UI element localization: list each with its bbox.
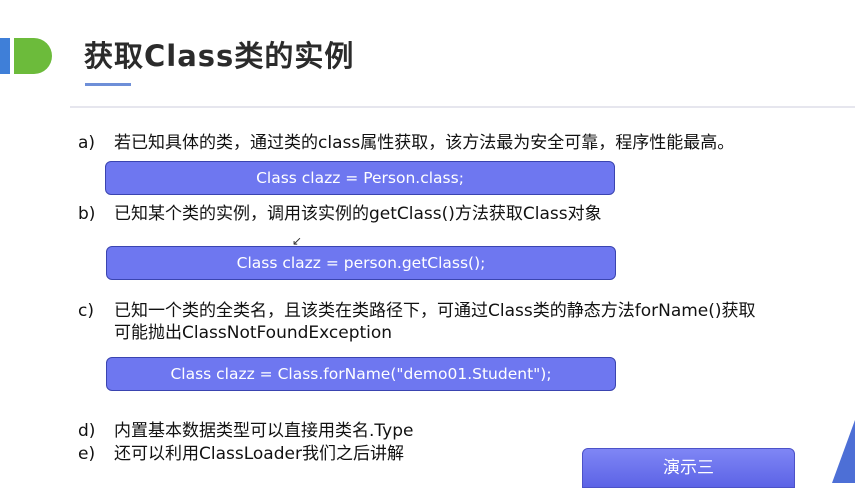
item-letter: d): [78, 421, 96, 441]
code-box-b: Class clazz = person.getClass();: [106, 246, 616, 280]
item-text: 若已知具体的类，通过类的class属性获取，该方法最为安全可靠，程序性能最高。: [114, 133, 735, 153]
item-text: 内置基本数据类型可以直接用类名.Type: [114, 421, 414, 441]
slide-title: 获取Class类的实例: [84, 39, 355, 73]
item-text: 还可以利用ClassLoader我们之后讲解: [114, 444, 404, 464]
title-tab-shape: [14, 38, 52, 74]
item-text-continued: 可能抛出ClassNotFoundException: [114, 323, 393, 343]
item-text: 已知某个类的实例，调用该实例的getClass()方法获取Class对象: [114, 204, 602, 224]
item-text: 已知一个类的全类名，且该类在类路径下，可通过Class类的静态方法forName…: [114, 301, 756, 321]
item-letter: e): [78, 444, 96, 464]
item-letter: b): [78, 204, 96, 224]
demo-three-button[interactable]: 演示三: [582, 448, 795, 488]
slide: 获取Class类的实例 a) 若已知具体的类，通过类的class属性获取，该方法…: [0, 0, 855, 488]
corner-decoration: [832, 420, 855, 483]
separator-line: [70, 106, 855, 108]
code-box-c: Class clazz = Class.forName("demo01.Stud…: [106, 357, 616, 391]
code-box-a: Class clazz = Person.class;: [105, 161, 615, 195]
item-letter: c): [78, 301, 94, 321]
title-tab-bar: [0, 38, 10, 74]
title-underline: [85, 83, 131, 86]
item-letter: a): [78, 133, 96, 153]
